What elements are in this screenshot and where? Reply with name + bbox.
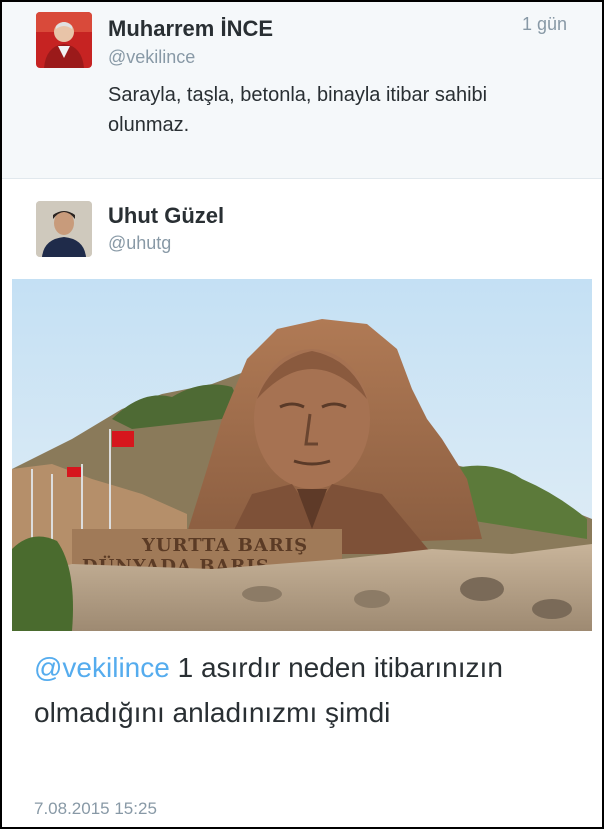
screenshot-frame: Muharrem İNCE @vekilince 1 gün Sarayla, … bbox=[2, 2, 602, 827]
author-handle[interactable]: @vekilince bbox=[108, 47, 195, 68]
avatar[interactable] bbox=[36, 201, 92, 257]
tweet-time[interactable]: 1 gün bbox=[522, 14, 567, 35]
tweet-timestamp[interactable]: 7.08.2015 15:25 bbox=[34, 799, 157, 819]
tweet-photo[interactable]: YURTTA BARIŞ DÜNYADA BARIŞ bbox=[12, 279, 592, 631]
mention-link[interactable]: @vekilince bbox=[34, 652, 170, 683]
author-name[interactable]: Uhut Güzel bbox=[108, 203, 224, 229]
avatar[interactable] bbox=[36, 12, 92, 68]
main-tweet: Uhut Güzel @uhutg YURTTA BARIŞ DÜNYADA B… bbox=[2, 179, 602, 827]
tweet-text: @vekilince 1 asırdır neden itibarınızın … bbox=[34, 645, 574, 735]
tweet-text: Sarayla, taşla, betonla, binayla itibar … bbox=[108, 84, 488, 136]
quoted-tweet[interactable]: Muharrem İNCE @vekilince 1 gün Sarayla, … bbox=[2, 2, 602, 179]
author-handle[interactable]: @uhutg bbox=[108, 233, 171, 254]
author-name[interactable]: Muharrem İNCE bbox=[108, 16, 273, 42]
inscription-line-1: YURTTA BARIŞ bbox=[141, 535, 308, 556]
